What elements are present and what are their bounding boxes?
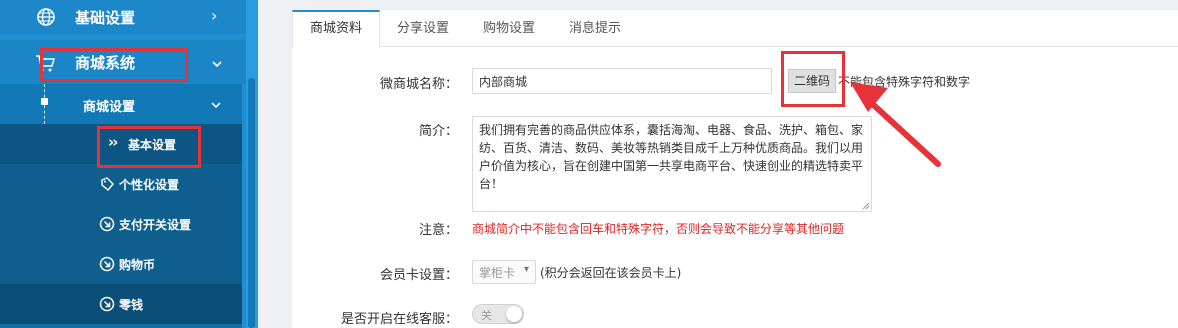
online-service-toggle[interactable]: 关 [472, 304, 524, 324]
arrow-circle-icon [99, 256, 115, 272]
note-warning-text: 商城简介中不能包含回车和特殊字符，否则会导致不能分享等其他问题 [472, 222, 845, 236]
shop-name-input[interactable]: 内部商城 [472, 68, 772, 94]
chevron-right-icon: › [211, 6, 218, 25]
arrow-circle-icon [99, 216, 115, 232]
toggle-state-text: 关 [481, 309, 492, 322]
sidebar-item-change[interactable]: 零钱 [0, 284, 242, 324]
tab-share-settings[interactable]: 分享设置 [380, 10, 466, 47]
intro-textarea[interactable]: 我们拥有完善的商品供应体系，囊括海淘、电器、食品、洗护、箱包、家纺、百货、清洁、… [472, 116, 872, 212]
globe-icon [37, 8, 55, 26]
member-card-select[interactable]: 掌柜卡 ▾ [472, 260, 536, 284]
tab-message-tips[interactable]: 消息提示 [552, 10, 638, 47]
note-label: 注意： [418, 223, 458, 238]
sidebar-submenu: 商城设置 ›› 基本设置 个性化设置 支付开关设置 购物币 零钱 [0, 84, 242, 328]
sidebar-item-label: 购物币 [119, 258, 156, 272]
shop-name-label: 微商城名称： [379, 77, 458, 92]
sidebar-item-shopping-coin[interactable]: 购物币 [0, 244, 242, 284]
member-card-select-value: 掌柜卡 [479, 266, 516, 280]
sidebar-group-label: 商城设置 [83, 100, 136, 115]
chevron-down-icon [211, 102, 221, 109]
tag-icon [101, 177, 114, 191]
sidebar-item-label: 零钱 [119, 298, 144, 312]
annotation-arrow-icon [850, 82, 941, 167]
sidebar-item-label: 支付开关设置 [119, 218, 192, 232]
tree-node-dot [41, 98, 48, 105]
annotation-highlight-box [97, 126, 201, 168]
annotation-highlight-box [40, 48, 188, 82]
sidebar-group-shop-settings[interactable]: 商城设置 [0, 84, 242, 124]
sidebar-item-personalization[interactable]: 个性化设置 [0, 164, 242, 204]
member-card-hint: (积分会返回在该会员卡上) [540, 266, 682, 280]
main-panel: 商城资料 分享设置 购物设置 消息提示 微商城名称： 内部商城 二维码 不能包含… [292, 10, 1178, 328]
sidebar-item-payment-switch[interactable]: 支付开关设置 [0, 204, 242, 244]
chevron-down-icon [212, 61, 222, 68]
resize-handle-icon[interactable] [862, 202, 870, 210]
sidebar-item-label: 基础设置 [75, 9, 136, 27]
intro-label: 简介： [418, 124, 458, 139]
sidebar-scrollbar-thumb[interactable] [248, 78, 255, 328]
annotation-highlight-box [781, 51, 845, 107]
tab-shopping-settings[interactable]: 购物设置 [466, 10, 552, 47]
online-service-label: 是否开启在线客服： [340, 312, 458, 327]
toggle-knob [506, 306, 522, 322]
tab-shop-info[interactable]: 商城资料 [292, 10, 380, 48]
chevron-down-icon: ▾ [523, 264, 529, 275]
sidebar-item-basic-settings[interactable]: 基础设置 › [0, 0, 246, 34]
member-card-label: 会员卡设置： [379, 268, 458, 283]
sidebar-item-label: 个性化设置 [119, 178, 180, 192]
tab-bar: 商城资料 分享设置 购物设置 消息提示 [292, 10, 1178, 48]
arrow-circle-icon [99, 296, 115, 312]
